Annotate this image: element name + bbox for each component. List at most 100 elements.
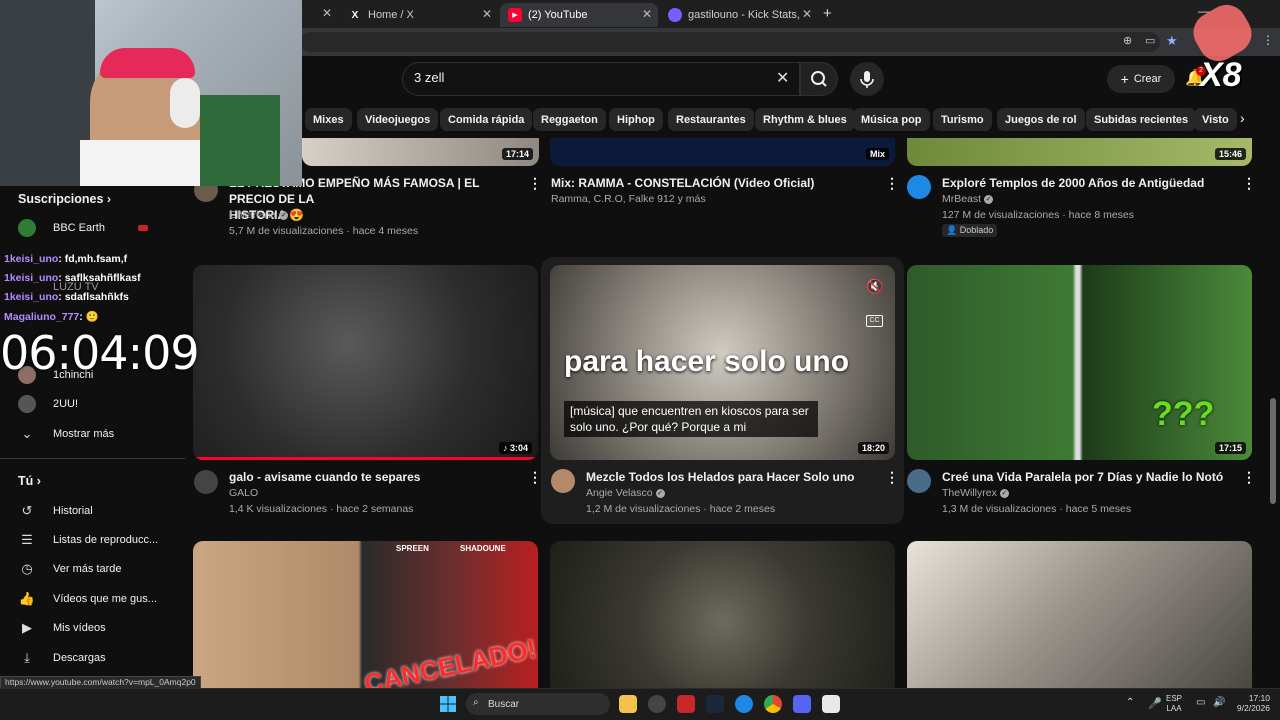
sidebar-item-my-videos[interactable]: ▶ Mis vídeos [0, 613, 185, 643]
captions-icon[interactable]: CC [866, 315, 883, 327]
video-title[interactable]: Exploré Templos de 2000 Años de Antigüed… [942, 175, 1204, 191]
app-icon[interactable] [677, 695, 695, 713]
channel-name[interactable]: Ramma, C.R.O, Falke 912 y más [551, 193, 706, 205]
steam-icon[interactable] [706, 695, 724, 713]
sidebar-item-playlists[interactable]: ☰ Listas de reproducc... [0, 525, 185, 555]
history-icon: ↺ [21, 503, 33, 518]
channel-avatar[interactable] [551, 469, 575, 493]
subscriptions-heading[interactable]: Suscripciones › [18, 192, 111, 206]
tab-label: Home / X [368, 9, 414, 21]
chip-reggaeton[interactable]: Reggaeton [533, 108, 606, 131]
show-more-button[interactable]: ⌄ Mostrar más [0, 419, 185, 449]
kick-stats-icon [668, 8, 682, 22]
create-button[interactable]: + Crear [1107, 65, 1175, 93]
chip-visto[interactable]: Visto [1194, 108, 1237, 131]
discord-icon[interactable] [793, 695, 811, 713]
channel-avatar[interactable] [907, 175, 931, 199]
address-bar[interactable] [300, 32, 1160, 52]
volume-icon[interactable]: 🔊 [1213, 697, 1225, 708]
chip-musica-pop[interactable]: Música pop [853, 108, 930, 131]
close-tab-icon[interactable]: ✕ [642, 7, 652, 21]
obs-icon[interactable] [648, 695, 666, 713]
channel-avatar[interactable] [907, 469, 931, 493]
microphone-tray-icon[interactable]: 🎤 [1148, 697, 1162, 710]
video-thumbnail[interactable] [550, 541, 895, 688]
video-thumbnail[interactable]: ♪ 3:04 [193, 265, 538, 460]
video-title[interactable]: galo - avisame cuando te separes [229, 469, 420, 485]
chip-turismo[interactable]: Turismo [933, 108, 992, 131]
chevron-right-icon[interactable]: › [1240, 110, 1245, 126]
duration-badge: 17:15 [1214, 442, 1246, 454]
sidebar-item-bbc-earth[interactable]: BBC Earth [0, 213, 185, 243]
sidebar-item-downloads[interactable]: ⤓ Descargas [0, 643, 185, 673]
chip-rhythm-blues[interactable]: Rhythm & blues [755, 108, 855, 131]
edge-icon[interactable] [735, 695, 753, 713]
chip-hiphop[interactable]: Hiphop [609, 108, 663, 131]
video-preview[interactable]: para hacer solo uno [música] que encuent… [550, 265, 895, 460]
tab-x-home[interactable]: X Home / X ✕ [340, 3, 498, 27]
more-options-icon[interactable]: ⋮ [528, 469, 542, 486]
sidebar-item-liked-videos[interactable]: 👍 Vídeos que me gus... [0, 584, 185, 614]
video-title[interactable]: Mezcle Todos los Helados para Hacer Solo… [586, 469, 855, 485]
video-title[interactable]: Creé una Vida Paralela por 7 Días y Nadi… [942, 469, 1223, 485]
channel-name[interactable]: Angie Velasco ✓ [586, 487, 665, 499]
search-input[interactable] [402, 62, 800, 96]
chip-comida-rapida[interactable]: Comida rápida [440, 108, 533, 131]
channel-name[interactable]: GALO [229, 487, 258, 499]
sidebar-item-watch-later[interactable]: ◷ Ver más tarde [0, 554, 185, 584]
close-tab-icon[interactable]: ✕ [482, 7, 492, 21]
video-thumbnail[interactable]: SPREEN SHADOUNE CANCELADO! [193, 541, 538, 688]
chat-username: 1keisi_uno [4, 253, 59, 265]
more-options-icon[interactable]: ⋮ [528, 175, 542, 192]
sidebar-item-2uu[interactable]: 2UU! [0, 389, 185, 419]
more-options-icon[interactable]: ⋮ [1242, 469, 1256, 486]
video-thumbnail[interactable]: ??? 17:15 [907, 265, 1252, 460]
video-title[interactable]: Mix: RAMMA - CONSTELACIÓN (Video Oficial… [551, 175, 814, 191]
taskbar-search[interactable]: ⌕ Buscar [466, 693, 610, 715]
search-button[interactable] [800, 62, 838, 96]
new-tab-icon[interactable]: + [823, 5, 832, 22]
chip-mixes[interactable]: Mixes [305, 108, 352, 131]
scrollbar-thumb[interactable] [1270, 398, 1276, 504]
clear-search-icon[interactable]: ✕ [776, 68, 789, 88]
app-icon[interactable] [822, 695, 840, 713]
channel-name[interactable]: TheWillyrex ✓ [942, 487, 1009, 499]
video-thumbnail[interactable] [907, 541, 1252, 688]
video-thumbnail[interactable]: Mix [550, 138, 895, 166]
video-thumbnail[interactable]: 15:46 [907, 138, 1252, 166]
chip-subidas-recientes[interactable]: Subidas recientes [1086, 108, 1197, 131]
zoom-icon[interactable]: ⊕ [1123, 34, 1132, 47]
chip-juegos-de-rol[interactable]: Juegos de rol [997, 108, 1085, 131]
chip-videojuegos[interactable]: Videojuegos [357, 108, 439, 131]
you-heading[interactable]: Tú › [18, 474, 41, 488]
close-tab-icon[interactable]: ✕ [802, 7, 812, 21]
voice-search-button[interactable] [850, 62, 884, 96]
channel-name[interactable]: MrBeast ✓ [942, 193, 994, 205]
language-indicator[interactable]: ESP LAA [1166, 694, 1182, 714]
more-options-icon[interactable]: ⋮ [885, 175, 899, 192]
bookmark-star-icon[interactable]: ★ [1166, 33, 1178, 49]
clock[interactable]: 17:10 9/2/2026 [1230, 693, 1270, 713]
more-options-icon[interactable]: ⋮ [885, 469, 899, 486]
close-tab-icon[interactable]: ✕ [322, 6, 332, 20]
watch-progress-bar [193, 457, 538, 460]
chrome-icon[interactable] [764, 695, 782, 713]
mute-icon[interactable]: 🔇 [866, 278, 883, 295]
channel-name[interactable]: ElMariana ✓ [229, 209, 289, 221]
windows-start-icon[interactable] [440, 696, 456, 712]
tab-youtube[interactable]: ▶ (2) YouTube ✕ [500, 3, 658, 27]
file-explorer-icon[interactable] [619, 695, 637, 713]
cast-icon[interactable]: ▭ [1145, 34, 1155, 47]
menu-kebab-icon[interactable]: ⋮ [1262, 33, 1274, 47]
sidebar-item-historial[interactable]: ↺ Historial [0, 496, 185, 526]
network-icon[interactable]: ▭ [1196, 697, 1205, 708]
duration-badge: 18:20 [857, 442, 889, 454]
video-thumbnail[interactable]: 17:14 [302, 138, 539, 166]
channel-avatar[interactable] [194, 470, 218, 494]
sidebar-item-label: Mis vídeos [53, 622, 106, 634]
multiplier-overlay: X8 [1200, 56, 1242, 94]
more-options-icon[interactable]: ⋮ [1242, 175, 1256, 192]
tab-kick-stats[interactable]: gastilouno - Kick Stats, Analytic ✕ [660, 3, 818, 27]
tray-chevron-icon[interactable]: ⌃ [1126, 697, 1134, 708]
chip-restaurantes[interactable]: Restaurantes [668, 108, 754, 131]
